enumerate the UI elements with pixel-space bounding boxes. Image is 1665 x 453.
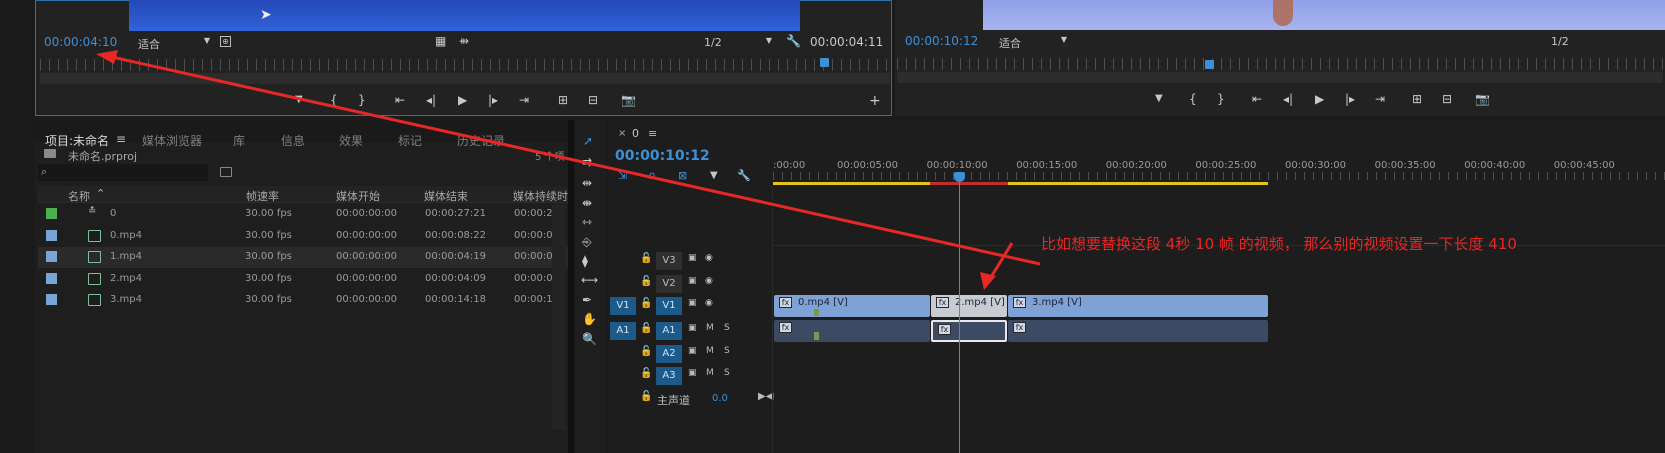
annotation-arrow-to-timecode xyxy=(102,53,1041,266)
annotation-text: 比如想要替换这段 4秒 10 帧 的视频， 那么别的视频设置一下长度 410 xyxy=(1041,235,1517,253)
annotation-arrowhead-left xyxy=(96,50,118,64)
annotation-arrows xyxy=(96,50,1041,290)
